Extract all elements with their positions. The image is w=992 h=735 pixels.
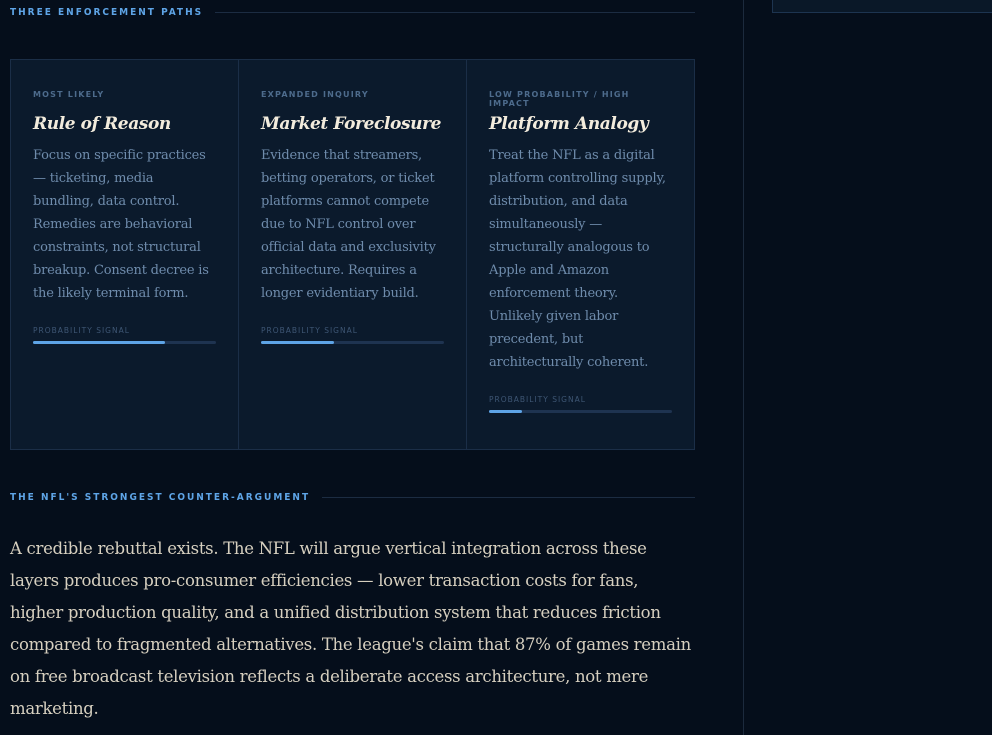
probability-bar [489, 410, 672, 413]
card-rule-of-reason: MOST LIKELY Rule of Reason Focus on spec… [11, 60, 239, 449]
probability-bar-fill [261, 341, 335, 344]
card-tag: EXPANDED INQUIRY [261, 90, 369, 99]
probability-signal-label: PROBABILITY SIGNAL [261, 326, 358, 335]
section-header-enforcement: THREE ENFORCEMENT PATHS [10, 0, 695, 24]
card-title: Platform Analogy [489, 114, 649, 134]
section-header-counter-argument: THE NFL'S STRONGEST COUNTER-ARGUMENT [10, 485, 695, 509]
probability-bar-fill [33, 341, 165, 344]
section-rule [322, 496, 695, 498]
probability-bar [33, 341, 216, 344]
probability-signal-label: PROBABILITY SIGNAL [33, 326, 130, 335]
probability-signal-label: PROBABILITY SIGNAL [489, 395, 586, 404]
card-title: Market Foreclosure [261, 114, 442, 134]
section-rule [215, 11, 695, 13]
card-body: Focus on specific practices — ticketing,… [33, 148, 209, 301]
sidebar-panel [772, 0, 992, 13]
section-title: THREE ENFORCEMENT PATHS [10, 6, 204, 18]
card-platform-analogy: LOW PROBABILITY / HIGH IMPACT Platform A… [467, 60, 694, 449]
card-tag: LOW PROBABILITY / HIGH IMPACT [489, 90, 630, 108]
counter-argument-text: A credible rebuttal exists. The NFL will… [10, 539, 691, 718]
card-market-foreclosure: EXPANDED INQUIRY Market Foreclosure Evid… [239, 60, 467, 449]
column-divider [743, 0, 744, 735]
card-body: Treat the NFL as a digital platform cont… [489, 148, 666, 370]
card-tag: MOST LIKELY [33, 90, 105, 99]
card-body: Evidence that streamers, betting operato… [261, 148, 436, 301]
probability-bar-fill [489, 410, 522, 413]
probability-bar [261, 341, 444, 344]
section-title: THE NFL'S STRONGEST COUNTER-ARGUMENT [10, 491, 311, 503]
card-title: Rule of Reason [33, 114, 171, 134]
enforcement-cards: MOST LIKELY Rule of Reason Focus on spec… [10, 59, 695, 450]
page: THREE ENFORCEMENT PATHS MOST LIKELY Rule… [0, 0, 992, 735]
